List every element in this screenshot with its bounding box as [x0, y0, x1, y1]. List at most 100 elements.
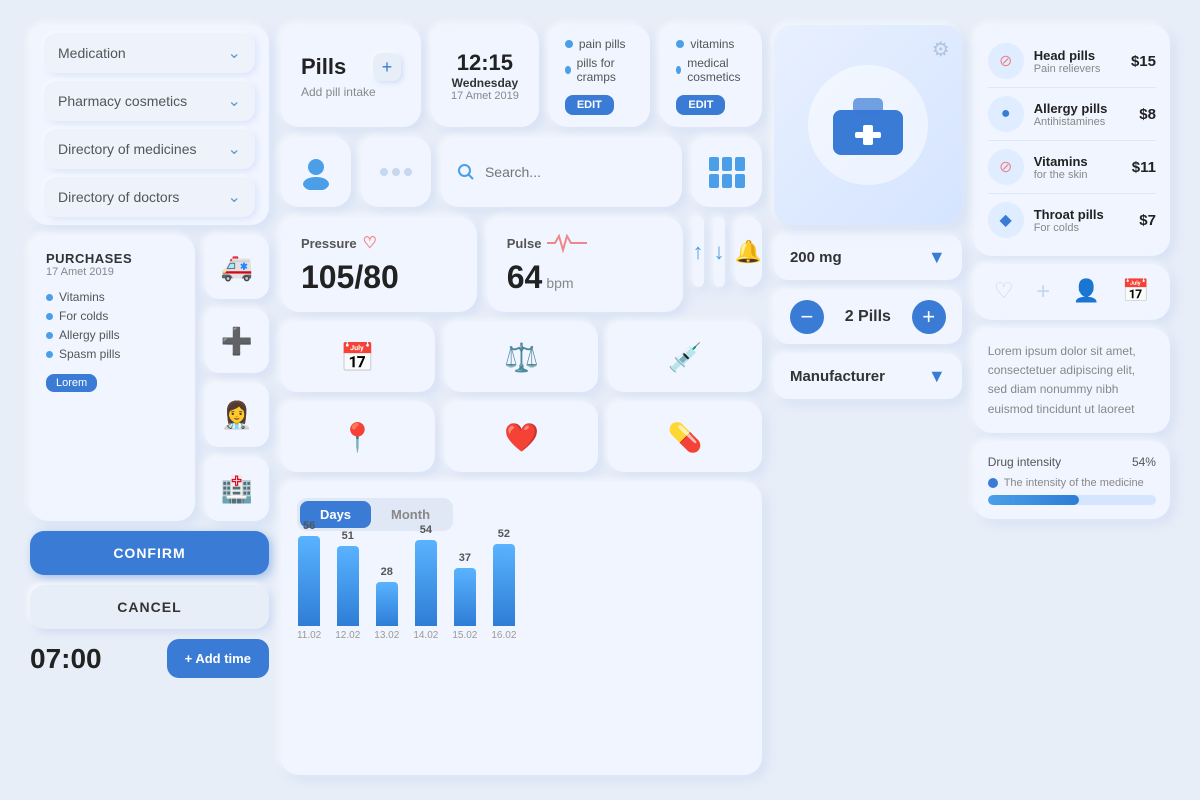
dots-card[interactable]: [361, 137, 431, 207]
chart-card: Days Month 5611.025112.022813.025414.023…: [281, 482, 762, 775]
hospital-icon-card[interactable]: 🏥: [205, 457, 269, 521]
purchase-item: Spasm pills: [46, 347, 179, 361]
chevron-icon: ⌄: [228, 91, 241, 111]
heart-full-icon-card[interactable]: ❤️: [445, 402, 599, 472]
pulse-wave-icon: [547, 233, 587, 253]
bar-value-label: 28: [381, 566, 393, 578]
calendar-icon-card[interactable]: 📅: [281, 322, 435, 392]
drug-intensity-card: Drug intensity 54% The intensity of the …: [974, 441, 1170, 519]
search-icon: [457, 163, 475, 181]
pharmacy-cosmetics-dropdown[interactable]: Pharmacy cosmetics ⌄: [44, 81, 255, 121]
icon-column: 🚑 ➕ 👩‍⚕️ 🏥: [205, 235, 269, 521]
bar-group: 5414.02: [413, 524, 438, 641]
purchases-section: PURCHASES 17 Amet 2019 Vitamins For cold…: [30, 235, 269, 521]
search-input[interactable]: [485, 164, 666, 180]
bar-date-label: 11.02: [297, 630, 321, 641]
pressure-value: 105/80: [301, 259, 457, 296]
bar-group: 28 13.02: [374, 566, 399, 641]
directory-medicines-dropdown[interactable]: Directory of medicines ⌄: [44, 129, 255, 169]
heart-action-icon[interactable]: ♡: [994, 278, 1014, 306]
allergy-pills-icon: ●: [988, 96, 1024, 132]
clock-time: 12:15: [457, 50, 513, 76]
increase-pills-button[interactable]: +: [912, 300, 946, 334]
bar-date-label: 15.02: [452, 630, 477, 641]
throat-pills-icon: ◆: [988, 202, 1024, 238]
time-display: 07:00: [30, 643, 102, 675]
time-row: 07:00 + Add time: [30, 639, 269, 678]
location-icon-card[interactable]: 📍: [281, 402, 435, 472]
pills-count-text: 2 Pills: [845, 308, 891, 326]
pill-bullet: [676, 66, 681, 74]
medicines-list-card: ⊘ Head pills Pain relievers $15 ● Allerg…: [974, 25, 1170, 256]
medkit-icon-card[interactable]: ➕: [205, 309, 269, 373]
dosage-dropdown[interactable]: 200 mg ▼: [774, 235, 962, 280]
pill-tag: vitamins: [676, 37, 746, 51]
ambulance-icon-card[interactable]: 🚑: [205, 235, 269, 299]
bar-value-label: 52: [498, 528, 510, 540]
person-action-icon[interactable]: 👤: [1073, 278, 1100, 306]
pills-card: Pills + Add pill intake: [281, 25, 421, 127]
pill-bullet: [565, 66, 571, 74]
bar-group: 3715.02: [452, 552, 477, 641]
chart-tabs: Days Month: [297, 498, 746, 531]
medication-dropdown[interactable]: Medication ⌄: [44, 33, 255, 73]
nurse-icon-card[interactable]: 👩‍⚕️: [205, 383, 269, 447]
chevron-icon: ⌄: [228, 139, 241, 159]
add-time-button[interactable]: + Add time: [167, 639, 269, 678]
heart-icon: ♡: [363, 233, 377, 253]
medkit-card: ⚙: [774, 25, 962, 225]
up-arrow-card[interactable]: ↑: [693, 217, 704, 287]
search-card: [441, 137, 682, 207]
confirm-button[interactable]: CONFIRM: [30, 531, 269, 575]
allergy-pills-name: Allergy pills: [1034, 101, 1130, 116]
down-arrow-card[interactable]: ↓: [714, 217, 725, 287]
allergy-pills-price: $8: [1139, 106, 1156, 123]
avatar-icon: [298, 154, 334, 190]
head-pills-price: $15: [1131, 53, 1156, 70]
lorem-badge: Lorem: [46, 374, 97, 392]
pills-count-row: − 2 Pills +: [774, 290, 962, 344]
directory-doctors-dropdown[interactable]: Directory of doctors ⌄: [44, 177, 255, 217]
bar-date-label: 13.02: [374, 630, 399, 641]
bullet-dot: [46, 294, 53, 301]
scale-icon-card[interactable]: ⚖️: [445, 322, 599, 392]
lorem-text-card: Lorem ipsum dolor sit amet, consectetuer…: [974, 328, 1170, 433]
med-item-allergy: ● Allergy pills Antihistamines $8: [988, 88, 1156, 141]
gear-icon[interactable]: ⚙: [932, 37, 950, 62]
edit-button-2[interactable]: EDIT: [676, 95, 725, 115]
bar-element: [454, 568, 476, 626]
edit-button-1[interactable]: EDIT: [565, 95, 614, 115]
intensity-dot: [988, 478, 998, 488]
allergy-pills-type: Antihistamines: [1034, 116, 1130, 128]
decrease-pills-button[interactable]: −: [790, 300, 824, 334]
intensity-percent: 54%: [1132, 455, 1156, 469]
calendar-action-icon[interactable]: 📅: [1122, 278, 1149, 306]
chevron-icon: ⌄: [228, 43, 241, 63]
chevron-icon: ⌄: [228, 187, 241, 207]
capsule-icon-card[interactable]: 💊: [608, 402, 762, 472]
pulse-card: Pulse 64bpm: [487, 217, 683, 312]
syringe-icon-card[interactable]: 💉: [608, 322, 762, 392]
plus-action-icon[interactable]: +: [1036, 278, 1050, 306]
bell-card[interactable]: 🔔: [735, 217, 762, 287]
intensity-label: Drug intensity: [988, 455, 1061, 469]
dosage-chevron-icon: ▼: [928, 247, 946, 268]
purchases-date: 17 Amet 2019: [46, 266, 179, 278]
vitamins-type: for the skin: [1034, 169, 1122, 181]
stats-row: Pressure ♡ 105/80 Pulse 64bpm ↑ ↓ 🔔: [281, 217, 762, 312]
action-icons-grid: 📅 ⚖️ 💉 📍 ❤️ 💊: [281, 322, 762, 472]
bar-element: [376, 582, 398, 626]
cancel-button[interactable]: CANCEL: [30, 585, 269, 629]
manufacturer-value: Manufacturer: [790, 368, 885, 385]
throat-pills-name: Throat pills: [1034, 207, 1130, 222]
bar-date-label: 16.02: [491, 630, 516, 641]
add-pill-button[interactable]: +: [373, 53, 401, 81]
manufacturer-dropdown[interactable]: Manufacturer ▼: [774, 354, 962, 399]
bar-date-label: 12.02: [335, 630, 360, 641]
pulse-value: 64bpm: [507, 259, 663, 296]
grid-view-card[interactable]: [692, 137, 762, 207]
pills-info-card-2: vitamins medical cosmetics EDIT: [660, 25, 762, 127]
pills-title: Pills: [301, 54, 346, 80]
clock-date: 17 Amet 2019: [451, 90, 519, 102]
pills-info-card-1: pain pills pills for cramps EDIT: [549, 25, 651, 127]
